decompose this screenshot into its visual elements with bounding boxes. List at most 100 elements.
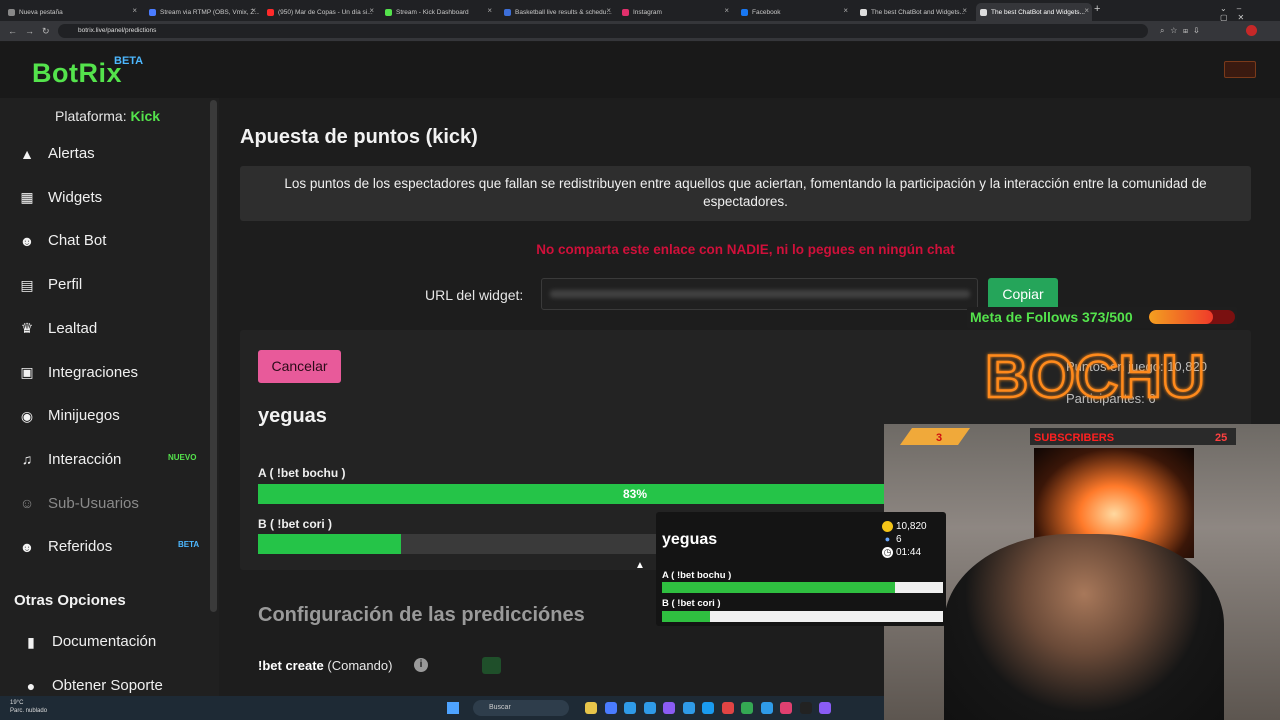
sidebar-item-widgets[interactable]: ▦ Widgets <box>18 189 102 206</box>
sidebar-item-sub-usuarios[interactable]: ☺ Sub-Usuarios <box>18 495 139 512</box>
music-icon: ♫ <box>21 451 33 468</box>
tab-close-icon[interactable]: × <box>606 6 611 15</box>
tab-close-icon[interactable]: × <box>843 6 848 15</box>
taskbar-app-icon[interactable] <box>624 702 636 714</box>
widget-points: 10,820 <box>882 521 927 532</box>
browser-tab[interactable]: Facebook × <box>737 3 851 21</box>
page-title: Apuesta de puntos (kick) <box>240 126 478 148</box>
reload-icon[interactable]: ↻ <box>42 25 50 37</box>
tab-favicon-icon <box>622 8 629 16</box>
sidebar-item-lealtad[interactable]: ♛ Lealtad <box>18 320 98 337</box>
taskbar-search[interactable]: Buscar <box>473 700 569 716</box>
tab-close-icon[interactable]: × <box>487 6 492 15</box>
bochu-logo-text: BOCHU <box>985 345 1205 405</box>
tab-favicon-icon <box>8 8 15 16</box>
sidebar-item-interacci-n[interactable]: ♫ Interacción <box>18 451 122 468</box>
widget-timer: ◷ 01:44 <box>882 547 922 558</box>
botrix-logo[interactable]: BotRix <box>32 58 122 89</box>
user-avatar[interactable] <box>1224 61 1256 78</box>
option-a-bar: 83% <box>258 484 884 504</box>
config-command-row: !bet create (Comando) <box>258 658 393 673</box>
browser-tab[interactable]: Instagram × <box>618 3 732 21</box>
browser-tab[interactable]: The best ChatBot and Widgets... × <box>856 3 970 21</box>
tab-close-icon[interactable]: × <box>724 6 729 15</box>
cancel-button[interactable]: Cancelar <box>258 350 341 383</box>
sidebar-item-label: Integraciones <box>48 363 139 381</box>
follows-goal-fill <box>1149 310 1213 324</box>
grid-icon: ▦ <box>20 189 34 206</box>
browser-tab[interactable]: The best ChatBot and Widgets... × <box>976 3 1092 21</box>
taskbar-app-icon[interactable] <box>780 702 792 714</box>
sidebar-item-perfil[interactable]: ▤ Perfil <box>18 276 82 293</box>
sidebar-item-chat-bot[interactable]: ☻ Chat Bot <box>18 232 107 250</box>
taskbar-app-icon[interactable] <box>799 702 812 714</box>
url-field[interactable]: botrix.live/panel/predictions <box>58 24 1148 38</box>
sidebar-item-label: Referidos <box>48 538 113 556</box>
subscribers-bar: 3 SUBSCRIBERS 25 <box>900 428 1236 445</box>
widget-title: yeguas <box>662 531 718 548</box>
taskbar-app-icon[interactable] <box>741 702 753 714</box>
referral-icon: ☻ <box>19 538 35 555</box>
share-warning: No comparta este enlace con NADIE, ni lo… <box>536 242 955 257</box>
taskbar-app-icon[interactable] <box>702 702 714 714</box>
users-icon: ● <box>884 534 891 544</box>
taskbar-app-icon[interactable] <box>819 702 831 714</box>
new-tab-button[interactable]: + <box>1094 3 1100 15</box>
widget-url-blurred-value <box>550 290 970 298</box>
browser-tab[interactable]: Nueva pestaña × <box>4 3 140 21</box>
sidebar-item-label: Minijuegos <box>48 407 120 425</box>
tab-favicon-icon <box>149 8 156 16</box>
command-toggle[interactable] <box>482 657 501 674</box>
sidebar-item-label: Alertas <box>48 145 95 162</box>
tab-close-icon[interactable]: × <box>132 6 137 15</box>
sidebar-item-minijuegos[interactable]: ◉ Minijuegos <box>18 407 120 424</box>
widget-option-a-fill <box>662 582 895 593</box>
weather-widget[interactable]: 19°C Parc. nublado <box>10 699 47 715</box>
windows-start-icon[interactable] <box>447 702 459 714</box>
tab-close-icon[interactable]: × <box>251 6 256 15</box>
taskbar-app-icon[interactable] <box>585 702 597 714</box>
browser-tab[interactable]: Basketball live results & schedu... × <box>500 3 614 21</box>
support-icon: ● <box>26 677 36 694</box>
back-icon[interactable]: ← <box>8 25 17 37</box>
platform-indicator: Plataforma: Kick <box>55 108 161 124</box>
bochu-neon-logo: BOCHU <box>984 345 1207 405</box>
sidebar-item-alertas[interactable]: ▲ Alertas <box>18 145 95 162</box>
subs-left-count: 3 <box>936 432 942 444</box>
sidebar-item-referidos[interactable]: ☻ Referidos <box>18 538 113 556</box>
tab-label: Basketball live results & schedu... <box>515 8 612 16</box>
tab-close-icon[interactable]: × <box>369 6 374 15</box>
tab-label: The best ChatBot and Widgets... <box>871 8 965 16</box>
sidebar-scrollbar[interactable] <box>210 100 217 612</box>
option-b-bar <box>258 534 656 554</box>
info-icon[interactable]: i <box>414 658 428 672</box>
taskbar-app-icon[interactable] <box>663 702 675 714</box>
sidebar-item-label: Sub-Usuarios <box>48 494 139 512</box>
browser-tab[interactable]: Stream - Kick Dashboard × <box>381 3 495 21</box>
profile-avatar[interactable] <box>1246 25 1257 36</box>
sidebar-badge: NUEVO <box>168 452 197 462</box>
sidebar-item-support[interactable]: ● Obtener Soporte <box>22 677 163 694</box>
tab-label: The best ChatBot and Widgets... <box>991 8 1085 16</box>
taskbar-app-icon[interactable] <box>643 702 656 714</box>
taskbar-app-icon[interactable] <box>760 702 773 714</box>
sidebar-item-integraciones[interactable]: ▣ Integraciones <box>18 364 138 381</box>
taskbar-app-icon[interactable] <box>721 702 734 714</box>
sidebar-item-documentation[interactable]: ▮ Documentación <box>22 633 156 650</box>
sidebar-item-label: Chat Bot <box>48 232 107 250</box>
clock-icon: ◷ <box>882 547 893 558</box>
window-controls[interactable]: ⌄–▢✕ <box>1220 4 1280 22</box>
sidebar-item-label: Documentación <box>52 633 157 650</box>
prediction-title: yeguas <box>258 405 327 427</box>
forward-icon[interactable]: → <box>25 25 34 37</box>
tab-close-icon[interactable]: × <box>962 6 967 15</box>
browser-tab[interactable]: (950) Mar de Copas - Un día si... × <box>263 3 377 21</box>
browser-extension-icons[interactable]: ⌕☆⊞⇩ <box>1160 25 1205 37</box>
browser-tab[interactable]: Stream via RTMP (OBS, Vmix, Z... × <box>145 3 259 21</box>
taskbar-app-icon[interactable] <box>604 702 617 714</box>
taskbar-app-icon[interactable] <box>682 702 695 714</box>
sidebar-item-label: Widgets <box>48 188 103 206</box>
address-bar-row: ← → ↻ botrix.live/panel/predictions ⌕☆⊞⇩ <box>0 21 1280 41</box>
tab-label: Stream - Kick Dashboard <box>396 8 469 16</box>
tab-close-icon[interactable]: × <box>1084 6 1089 15</box>
